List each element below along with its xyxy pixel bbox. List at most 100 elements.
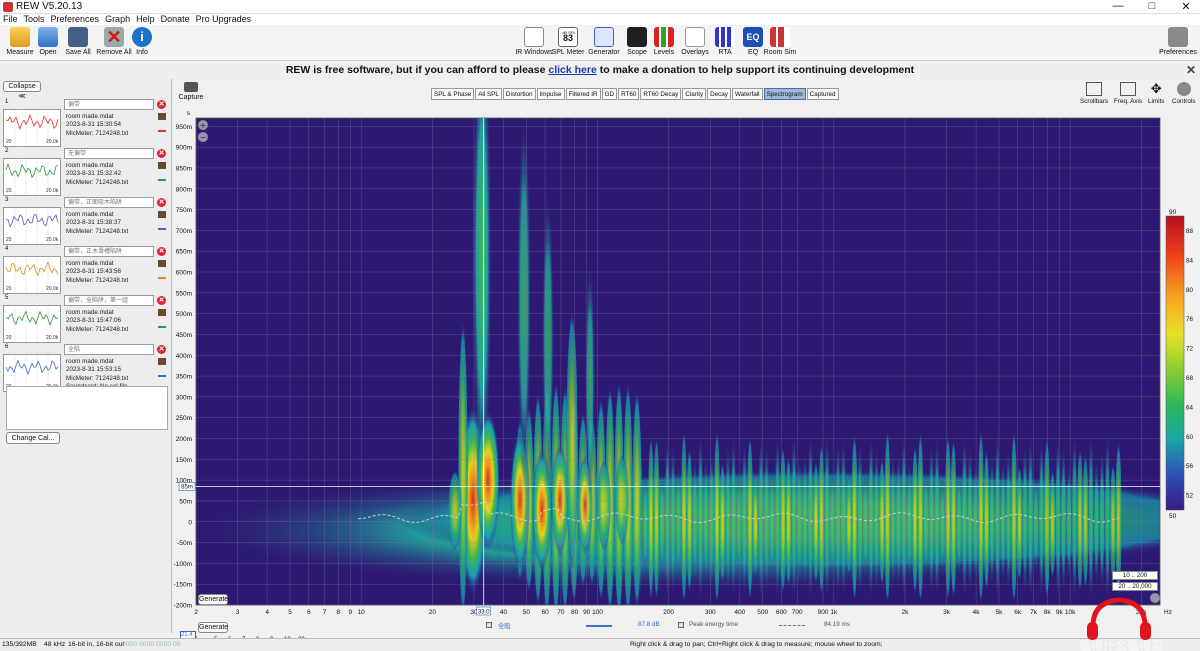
- controls-button[interactable]: Controls: [1172, 82, 1195, 105]
- tab-spl-phase[interactable]: SPL & Phase: [431, 88, 475, 100]
- close-banner-button[interactable]: ✕: [1186, 61, 1196, 79]
- measurement-graph-icon[interactable]: [158, 162, 166, 169]
- scrollbars-button[interactable]: Scrollbars: [1080, 82, 1108, 105]
- spectrogram-band: [517, 118, 531, 490]
- tab-spectrogram[interactable]: Spectrogram: [763, 88, 806, 100]
- peak-energy-checkbox[interactable]: [678, 622, 684, 628]
- thumbnail-trace: [5, 214, 59, 228]
- measurement-graph-icon[interactable]: [158, 260, 166, 267]
- menu-graph[interactable]: Graph: [102, 14, 133, 25]
- tab-captured[interactable]: Captured: [806, 88, 839, 100]
- save-all-button[interactable]: Save All: [58, 27, 98, 56]
- measurement-card[interactable]: 1 偏带 ✕ room made.mdat 2023-8-31 15:30:54 MicM…: [3, 99, 169, 147]
- tab-decay[interactable]: Decay: [707, 88, 731, 100]
- measurement-card[interactable]: 3 偏带，正面吸木陷阱 ✕ room made.mdat 2023-8-31 15:38…: [3, 197, 169, 245]
- app-icon: [3, 1, 13, 12]
- freq-axis-button[interactable]: Freq. Axis: [1114, 82, 1142, 105]
- spl-meter-button[interactable]: dB SPL 83 SPL Meter: [548, 27, 588, 56]
- x-tick-label: 6: [307, 609, 311, 616]
- measurement-card[interactable]: 4 偏带，正木滑槽陷阱 ✕ room made.mdat 2023-8-31 15:43…: [3, 246, 169, 294]
- remove-measurement-icon[interactable]: ✕: [157, 100, 166, 109]
- y-tick-label: 900m: [176, 145, 192, 152]
- tab-waterfall[interactable]: Waterfall: [731, 88, 763, 100]
- y-tick-label: 350m: [176, 374, 192, 381]
- preferences-button[interactable]: Preferences: [1156, 27, 1200, 56]
- measurement-color-icon[interactable]: [158, 370, 166, 377]
- change-cal-button[interactable]: Change Cal...: [6, 432, 60, 444]
- measurement-list-empty-area[interactable]: [6, 386, 168, 430]
- measurement-graph-icon[interactable]: [158, 113, 166, 120]
- measurement-note-field[interactable]: 偏带，正面吸木陷阱: [64, 197, 154, 208]
- collapse-button[interactable]: Collapse ≪: [3, 81, 41, 100]
- menu-help[interactable]: Help: [133, 14, 158, 25]
- zoom-in-glyph: +: [200, 121, 207, 130]
- donate-link[interactable]: click here: [548, 64, 596, 76]
- y-tick-label: 200m: [176, 436, 192, 443]
- measurement-graph-icon[interactable]: [158, 358, 166, 365]
- graph-tabs: SPL & Phase All SPL Distortion Impulse Filte…: [431, 88, 840, 100]
- menu-pro-upgrades[interactable]: Pro Upgrades: [193, 14, 255, 25]
- measurement-color-icon[interactable]: [158, 174, 166, 181]
- tab-impulse[interactable]: Impulse: [536, 88, 565, 100]
- measurement-mic: MicMeter: 7124248.txt: [66, 325, 129, 333]
- measurement-file: room made.mdat: [66, 309, 114, 316]
- maximize-button[interactable]: □: [1146, 0, 1158, 13]
- controls-icon: [1176, 82, 1191, 96]
- measurement-color-icon[interactable]: [158, 125, 166, 132]
- menu-preferences[interactable]: Preferences: [48, 14, 103, 25]
- measurement-color-icon[interactable]: [158, 272, 166, 279]
- measurement-index: 3: [5, 197, 9, 203]
- measurement-note-field[interactable]: 偏带，正木滑槽陷阱: [64, 246, 154, 257]
- capture-button[interactable]: Capture: [178, 82, 204, 101]
- measurement-info: room made.mdat 2023-8-31 15:38:37 MicMeter…: [66, 211, 128, 236]
- generate-button-plot[interactable]: Generate: [198, 594, 228, 605]
- remove-measurement-icon[interactable]: ✕: [157, 345, 166, 354]
- spectrogram-plot[interactable]: 950m900m850m800m750m700m650m600m550m500m…: [172, 108, 1200, 638]
- y-tick-label: 700m: [176, 228, 192, 235]
- measurement-card[interactable]: 6 全陷 ✕ room made.mdat 2023-8-31 15:53:15 MicM…: [3, 344, 169, 392]
- remove-measurement-icon[interactable]: ✕: [157, 149, 166, 158]
- measurement-note-field[interactable]: 全陷: [64, 344, 154, 355]
- tab-all-spl[interactable]: All SPL: [475, 88, 502, 100]
- menu-tools[interactable]: Tools: [21, 14, 48, 25]
- tab-rt60-decay[interactable]: RT60 Decay: [640, 88, 682, 100]
- minimize-button[interactable]: —: [1112, 0, 1124, 13]
- measurement-note-field[interactable]: 偏带，全陷阱，第一组: [64, 295, 154, 306]
- x-tick-label: 2: [194, 609, 198, 616]
- tab-distortion[interactable]: Distortion: [502, 88, 536, 100]
- room-sim-button[interactable]: Room Sim: [760, 27, 800, 56]
- x-tick-label: 8k: [1044, 609, 1052, 616]
- tab-gd[interactable]: GD: [601, 88, 618, 100]
- x-tick-label: 700: [792, 609, 803, 616]
- limits-button[interactable]: ✥ Limits: [1148, 82, 1164, 105]
- close-window-button[interactable]: ✕: [1180, 0, 1192, 13]
- tab-rt60[interactable]: RT60: [618, 88, 640, 100]
- measurement-card[interactable]: 5 偏带，全陷阱，第一组 ✕ room made.mdat 2023-8-31 15:4…: [3, 295, 169, 343]
- x-tick-label: 20: [429, 609, 437, 616]
- peak-energy-value: 84.19 ms: [824, 621, 850, 628]
- y-tick-label: 150m: [176, 457, 192, 464]
- menu-donate[interactable]: Donate: [158, 14, 193, 25]
- tab-clarity[interactable]: Clarity: [682, 88, 707, 100]
- measurement-date: 2023-8-31 15:30:54: [66, 121, 121, 129]
- tab-filtered-ir[interactable]: Filtered IR: [565, 88, 601, 100]
- range-low-field[interactable]: 10 .. 200: [1112, 571, 1158, 580]
- menu-file[interactable]: File: [0, 14, 21, 25]
- measurement-graph-icon[interactable]: [158, 211, 166, 218]
- measurement-index: 1: [5, 99, 9, 105]
- info-button[interactable]: i Info: [122, 27, 162, 56]
- remove-measurement-icon[interactable]: ✕: [157, 198, 166, 207]
- measurement-color-icon[interactable]: [158, 321, 166, 328]
- remove-measurement-icon[interactable]: ✕: [157, 296, 166, 305]
- banner-suffix: to make a donation to help support its c…: [599, 64, 915, 76]
- measurement-note-field[interactable]: 无偏带: [64, 148, 154, 159]
- x-tick-label: 50: [523, 609, 531, 616]
- color-scale-bar: [1165, 215, 1185, 511]
- measurement-note-field[interactable]: 偏带: [64, 99, 154, 110]
- measurement-graph-icon[interactable]: [158, 309, 166, 316]
- measurement-card[interactable]: 2 无偏带 ✕ room made.mdat 2023-8-31 15:32:42 Mic…: [3, 148, 169, 196]
- x-tick-label: 7: [323, 609, 327, 616]
- series-checkbox[interactable]: [486, 622, 492, 628]
- remove-measurement-icon[interactable]: ✕: [157, 247, 166, 256]
- measurement-color-icon[interactable]: [158, 223, 166, 230]
